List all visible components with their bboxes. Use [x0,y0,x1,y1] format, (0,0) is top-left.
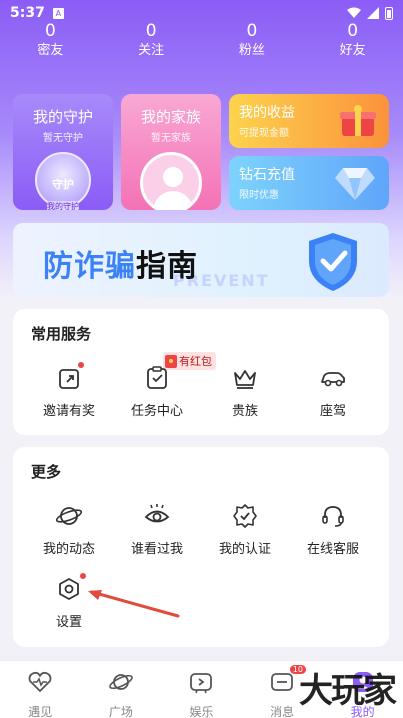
gift-box-icon [340,105,376,136]
more-panel: 更多 我的动态 谁看过我 我的认证 在线客服 设置 [13,447,389,647]
stats-row: 0 密友 0 关注 0 粉丝 0 好友 [0,20,403,60]
guard-card-subtitle: 暂无守护 [43,133,83,144]
signal-icon [367,7,379,19]
wifi-icon [347,7,361,18]
stat-fans[interactable]: 0 粉丝 [202,20,303,60]
anti-fraud-banner[interactable]: PREVENT 防诈骗指南 [13,223,389,297]
family-card-subtitle: 暂无家族 [151,133,191,144]
tab-plaza[interactable]: 广场 [81,661,162,718]
banner-title-part2: 指南 [136,249,198,284]
services-title: 常用服务 [31,325,92,343]
guard-badge-icon: 守护 我的守护 [35,152,91,210]
service-label: 邀请有奖 [42,404,95,419]
eye-icon [144,504,170,523]
annotation-arrow [88,590,180,618]
family-card-title: 我的家族 [140,108,201,126]
invite-icon [59,369,79,389]
tab-label: 遇见 [28,705,53,718]
tab-label: 广场 [108,705,133,718]
more-online-support[interactable]: 在线客服 [286,502,380,557]
stat-value: 0 [246,21,258,41]
service-label: 贵族 [231,404,258,419]
service-label: 座驾 [319,404,346,419]
common-services-panel: 常用服务 有红包 邀请有奖 任务中心 贵族 座驾 [13,309,389,435]
stat-friends[interactable]: 0 好友 [302,20,403,60]
stat-label: 好友 [339,43,366,58]
guard-badge-text: 守护 [52,178,74,191]
stat-label: 关注 [138,43,165,58]
tab-meet[interactable]: 遇见 [0,661,81,718]
service-nobility[interactable]: 贵族 [198,364,292,419]
planet-icon [109,674,133,690]
status-time: 5:37 [10,5,45,21]
more-title: 更多 [31,463,62,481]
diamond-icon [335,168,375,200]
family-avatar-icon [140,152,202,210]
service-vehicle[interactable]: 座驾 [286,364,380,419]
notification-dot [78,362,84,368]
settings-icon [59,578,79,600]
tv-icon [190,673,213,694]
stat-label: 粉丝 [238,43,265,58]
guard-card-title: 我的守护 [32,108,93,126]
family-card[interactable]: 我的家族 暂无家族 [121,94,221,210]
stat-close-friends[interactable]: 0 密友 [0,20,101,60]
guard-badge-sub: 我的守护 [47,201,79,210]
car-icon [321,372,345,387]
more-label: 我的认证 [218,542,271,557]
stat-following[interactable]: 0 关注 [101,20,202,60]
more-my-moments[interactable]: 我的动态 [22,502,116,557]
income-card[interactable]: 我的收益 可提现金额 [229,94,389,148]
tab-entertainment[interactable]: 娱乐 [161,661,242,718]
banner-title-part1: 防诈骗 [43,249,136,284]
stat-label: 密友 [37,43,64,58]
battery-icon [385,6,393,20]
more-who-viewed-me[interactable]: 谁看过我 [110,502,204,557]
guard-card[interactable]: 我的守护 暂无守护 守护 我的守护 [13,94,113,210]
more-label: 我的动态 [42,542,95,557]
more-my-verification[interactable]: 我的认证 [198,502,292,557]
banner-title: 防诈骗指南 [43,241,198,285]
notification-dot [80,573,86,579]
crown-icon [234,370,256,389]
stat-value: 0 [44,21,56,41]
verified-icon [233,504,257,528]
service-label: 任务中心 [130,404,183,419]
headset-icon [322,506,344,527]
diamond-recharge-card[interactable]: 钻石充值 限时优惠 [229,156,389,210]
planet-icon [55,507,83,525]
task-icon [147,366,167,389]
corner-watermark: 大玩家 [299,671,397,711]
tab-label: 娱乐 [189,705,214,718]
heart-pulse-icon [28,671,52,692]
service-task-center[interactable]: 任务中心 [110,364,204,419]
service-invite[interactable]: 邀请有奖 [22,362,116,419]
stat-value: 0 [347,21,359,41]
shield-check-icon [309,233,357,291]
stat-value: 0 [145,21,157,41]
more-label: 在线客服 [306,542,359,557]
notification-app-icon: A [52,7,64,19]
more-label: 谁看过我 [130,542,183,557]
